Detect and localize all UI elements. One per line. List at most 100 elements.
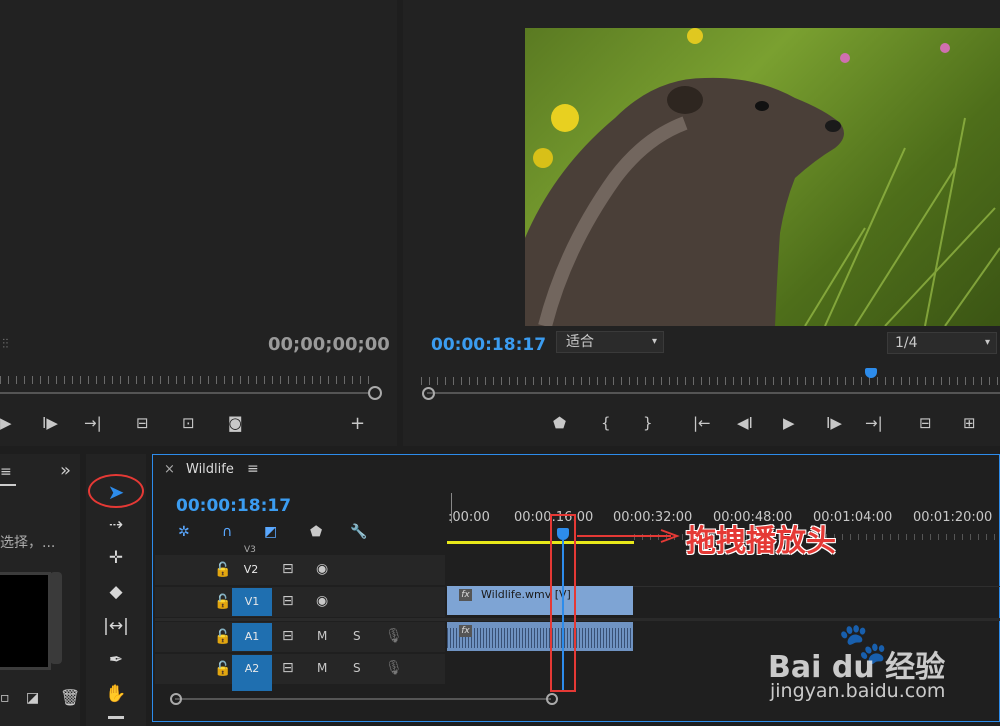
sync-lock-icon[interactable]: ⊟ bbox=[282, 628, 294, 644]
play-icon[interactable]: ▶ bbox=[783, 416, 795, 431]
solo-button[interactable]: S bbox=[353, 661, 361, 675]
mute-button[interactable]: M bbox=[317, 629, 327, 643]
mute-button[interactable]: M bbox=[317, 661, 327, 675]
fx-badge: fx bbox=[459, 625, 472, 637]
go-to-in-icon[interactable]: |← bbox=[693, 416, 711, 431]
marmot-image bbox=[525, 28, 1000, 326]
playhead-annotation-box bbox=[550, 514, 576, 692]
program-scrollbar[interactable] bbox=[427, 392, 1000, 394]
program-scroll-handle[interactable] bbox=[422, 387, 435, 400]
source-ruler[interactable] bbox=[0, 376, 370, 384]
step-back-icon[interactable]: ◀I bbox=[737, 416, 753, 431]
audio-clip[interactable]: fx bbox=[447, 622, 633, 651]
timeline-timecode[interactable]: 00:00:18:17 bbox=[176, 496, 291, 516]
fit-dropdown-label: 适合 bbox=[566, 334, 594, 350]
linked-selection-icon[interactable]: ◩ bbox=[264, 524, 277, 540]
timeline-close-button[interactable]: × bbox=[164, 462, 175, 477]
track-v3-label: V3 bbox=[244, 545, 256, 555]
nest-sequence-icon[interactable]: ✲ bbox=[178, 524, 190, 540]
step-forward-icon[interactable]: I▶ bbox=[42, 416, 58, 431]
timeline-sequence-tab[interactable]: Wildlife bbox=[186, 462, 234, 477]
resolution-dropdown-label: 1/4 bbox=[895, 335, 918, 351]
track-a2-toggle[interactable]: A2 bbox=[232, 655, 272, 691]
ruler-label-2: 00:00:32:00 bbox=[613, 510, 693, 525]
step-forward-icon[interactable]: I▶ bbox=[826, 416, 842, 431]
add-marker-icon[interactable]: ⬟ bbox=[310, 524, 322, 540]
new-item-icon[interactable]: ◪ bbox=[26, 690, 39, 706]
mark-in-icon[interactable]: { bbox=[601, 416, 611, 431]
track-v1-header bbox=[155, 587, 445, 617]
type-tool-icon[interactable] bbox=[108, 716, 124, 719]
fit-dropdown[interactable]: 适合 ▾ bbox=[556, 331, 664, 353]
program-timecode[interactable]: 00:00:18:17 bbox=[431, 335, 546, 355]
audio-waveform bbox=[447, 628, 633, 648]
project-panel: ≡ » 选择，... ▫ ◪ 🗑 bbox=[0, 454, 80, 726]
lock-icon[interactable]: 🔓 bbox=[214, 562, 231, 578]
eye-icon[interactable]: ◉ bbox=[316, 561, 328, 577]
chevron-down-icon: ▾ bbox=[651, 336, 657, 347]
thumbnail-scrollbar[interactable] bbox=[50, 572, 62, 664]
sync-lock-icon[interactable]: ⊟ bbox=[282, 660, 294, 676]
hand-tool-icon[interactable]: ✋ bbox=[97, 684, 135, 704]
slip-tool-icon[interactable]: |↔| bbox=[97, 616, 135, 636]
snap-icon[interactable]: ∩ bbox=[222, 524, 232, 540]
track-v1-toggle[interactable]: V1 bbox=[232, 588, 272, 616]
lock-icon[interactable]: 🔓 bbox=[214, 594, 231, 610]
media-thumbnail[interactable] bbox=[0, 572, 51, 670]
annotation-text: 拖拽播放头 bbox=[686, 524, 836, 559]
video-clip[interactable]: fx Wildlife.wmv [V] bbox=[447, 586, 633, 615]
solo-button[interactable]: S bbox=[353, 629, 361, 643]
video-frame bbox=[525, 28, 1000, 326]
watermark-url: jingyan.baidu.com bbox=[770, 680, 946, 702]
mark-out-icon[interactable]: } bbox=[643, 416, 653, 431]
play-icon[interactable]: ▶ bbox=[0, 416, 12, 431]
razor-tool-icon[interactable]: ◆ bbox=[97, 582, 135, 602]
track-select-tool-icon[interactable]: ⇢ bbox=[97, 515, 135, 535]
project-hint-text: 选择，... bbox=[0, 535, 56, 551]
new-bin-icon[interactable]: ▫ bbox=[0, 690, 10, 706]
source-timecode[interactable]: 00;00;00;00 bbox=[268, 334, 390, 355]
ruler-label-5: 00:01:20:00 bbox=[913, 510, 993, 525]
resolution-dropdown[interactable]: 1/4 ▾ bbox=[887, 332, 997, 354]
source-monitor: ⫶⫶ 00;00;00;00 ▶ I▶ →| ⊟ ⊡ ◙ + bbox=[0, 0, 397, 446]
timeline-scrollbar[interactable] bbox=[175, 698, 551, 700]
source-scrollbar[interactable] bbox=[0, 392, 370, 394]
overwrite-icon[interactable]: ⊡ bbox=[182, 416, 195, 431]
track-a1-toggle[interactable]: A1 bbox=[232, 623, 272, 651]
camera-icon[interactable]: ◙ bbox=[228, 416, 243, 431]
insert-icon[interactable]: ⊟ bbox=[136, 416, 149, 431]
plus-icon[interactable]: + bbox=[350, 415, 365, 433]
timeline-menu-icon[interactable]: ≡ bbox=[247, 461, 259, 477]
selection-tool-annotation-circle bbox=[88, 474, 144, 508]
extract-icon[interactable]: ⊞ bbox=[963, 416, 976, 431]
track-v2-header bbox=[155, 555, 445, 585]
annotation-arrow bbox=[577, 529, 680, 543]
go-to-out-icon[interactable]: →| bbox=[865, 416, 883, 431]
marker-icon[interactable]: ⬟ bbox=[553, 416, 566, 431]
microphone-icon[interactable]: 🎙 bbox=[385, 628, 403, 644]
timeline-scroll-handle-left[interactable] bbox=[170, 693, 182, 705]
go-to-out-icon[interactable]: →| bbox=[84, 416, 102, 431]
sync-lock-icon[interactable]: ⊟ bbox=[282, 561, 294, 577]
ruler-label-0: :00:00 bbox=[448, 510, 490, 525]
pen-tool-icon[interactable]: ✒ bbox=[97, 650, 135, 670]
fx-badge: fx bbox=[459, 589, 472, 601]
eye-icon[interactable]: ◉ bbox=[316, 593, 328, 609]
audio-waveform-icon[interactable]: ⫶⫶ bbox=[2, 337, 9, 352]
panel-menu-icon[interactable]: ≡ bbox=[0, 464, 16, 486]
panel-overflow-button[interactable]: » bbox=[60, 460, 71, 481]
ripple-edit-tool-icon[interactable]: ✛ bbox=[97, 548, 135, 568]
program-monitor: 00:00:18:17 适合 ▾ 1/4 ▾ ⬟ { } |← ◀I ▶ I▶ … bbox=[403, 0, 1000, 446]
lock-icon[interactable]: 🔓 bbox=[214, 629, 231, 645]
wrench-icon[interactable]: 🔧 bbox=[350, 524, 367, 540]
track-v2-toggle[interactable]: V2 bbox=[238, 556, 264, 584]
microphone-icon[interactable]: 🎙 bbox=[385, 660, 403, 676]
trash-icon[interactable]: 🗑 bbox=[60, 688, 80, 707]
timeline-scroll-handle-right[interactable] bbox=[546, 693, 558, 705]
lift-icon[interactable]: ⊟ bbox=[919, 416, 932, 431]
sync-lock-icon[interactable]: ⊟ bbox=[282, 593, 294, 609]
chevron-down-icon: ▾ bbox=[984, 337, 990, 348]
source-scroll-handle[interactable] bbox=[368, 386, 382, 400]
lock-icon[interactable]: 🔓 bbox=[214, 661, 231, 677]
program-ruler[interactable] bbox=[421, 377, 1000, 385]
